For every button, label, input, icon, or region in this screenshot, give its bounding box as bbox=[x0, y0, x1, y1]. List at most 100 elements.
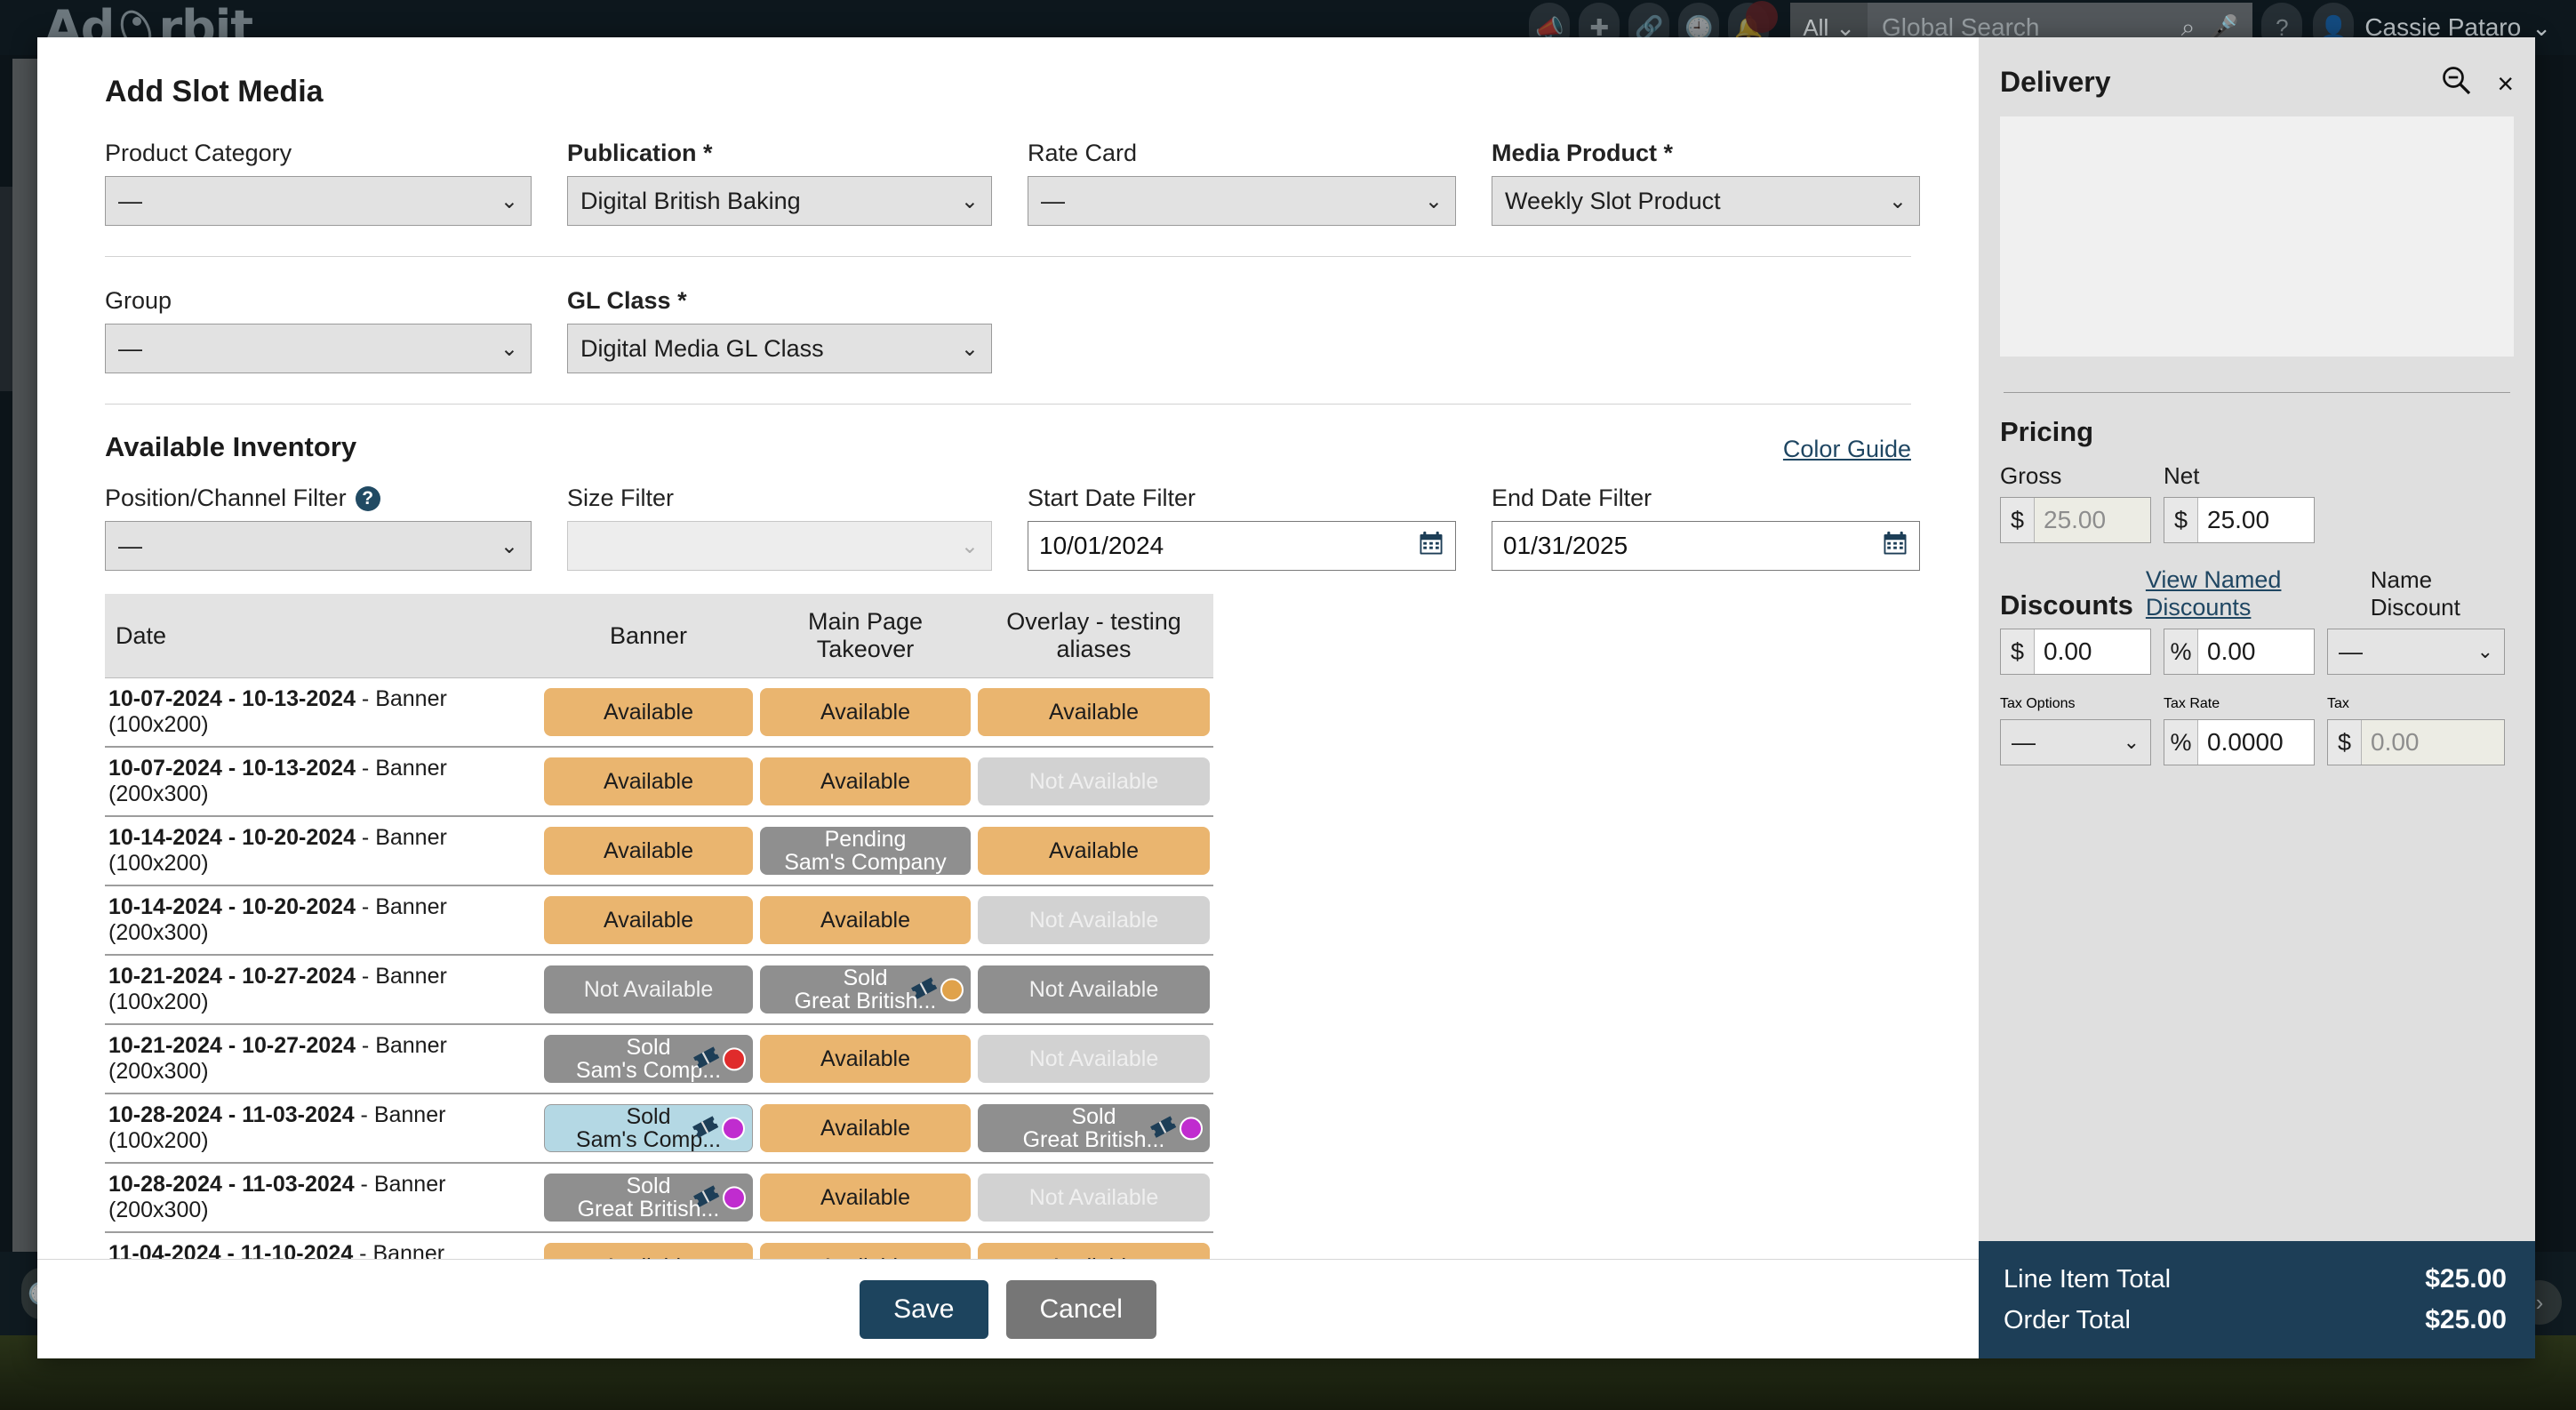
select-publication[interactable]: Digital British Baking ⌄ bbox=[567, 176, 992, 226]
zoom-out-icon[interactable] bbox=[2440, 64, 2472, 104]
slot-status: Available bbox=[820, 1115, 910, 1141]
tax-labels-row: Tax Options Tax Rate Tax bbox=[2000, 696, 2514, 712]
chevron-down-icon: ⌄ bbox=[960, 533, 979, 558]
row-date-label: 10-28-2024 - 11-03-2024 - Banner (200x30… bbox=[105, 1163, 540, 1233]
left-dark-panel bbox=[0, 187, 12, 391]
slot-status: Available bbox=[820, 1255, 910, 1259]
select-group[interactable]: — ⌄ bbox=[105, 324, 532, 373]
inventory-cell: Pending Sam's Company bbox=[756, 816, 974, 886]
inventory-slot-not-available[interactable]: Not Available bbox=[978, 965, 1210, 1013]
inventory-slot-available[interactable]: Available bbox=[760, 688, 971, 736]
select-product-category[interactable]: — ⌄ bbox=[105, 176, 532, 226]
inventory-slot-available[interactable]: Available bbox=[978, 688, 1210, 736]
inventory-slot-available[interactable]: Available bbox=[544, 1243, 753, 1259]
inventory-slot-not-available[interactable]: Not Available bbox=[544, 965, 753, 1013]
inventory-cell: Not Available bbox=[974, 1024, 1213, 1094]
inventory-slot-available[interactable]: Available bbox=[760, 757, 971, 805]
inventory-slot-available[interactable]: Available bbox=[544, 757, 753, 805]
color-guide-link[interactable]: Color Guide bbox=[1783, 436, 1911, 463]
inventory-slot-available[interactable]: Available bbox=[760, 1035, 971, 1083]
cancel-button[interactable]: Cancel bbox=[1005, 1279, 1156, 1339]
ticket-icon bbox=[1148, 1110, 1178, 1145]
input-discount-percent[interactable]: % 0.00 bbox=[2164, 629, 2315, 675]
inventory-slot-available[interactable]: Available bbox=[544, 688, 753, 736]
inventory-cell: Sold Great British... bbox=[756, 955, 974, 1025]
slot-status: Available bbox=[604, 1255, 693, 1259]
dialog-title: Add Slot Media bbox=[105, 75, 324, 108]
inventory-slot-not-available[interactable]: Not Available bbox=[978, 757, 1210, 805]
field-rate-card: Rate Card — ⌄ bbox=[1028, 140, 1456, 226]
inventory-slot-available[interactable]: Available bbox=[978, 1243, 1210, 1259]
select-size-filter[interactable]: ⌄ bbox=[567, 521, 992, 571]
table-row: 10-21-2024 - 10-27-2024 - Banner (200x30… bbox=[105, 1024, 1213, 1094]
select-gl-class[interactable]: Digital Media GL Class ⌄ bbox=[567, 324, 992, 373]
field-net: Net $ 25.00 bbox=[2164, 462, 2315, 543]
input-discount-amount[interactable]: $ 0.00 bbox=[2000, 629, 2151, 675]
inventory-slot-available[interactable]: Available bbox=[544, 827, 753, 875]
slot-status: Sold bbox=[626, 1034, 671, 1060]
inventory-slot-not-available[interactable]: Not Available bbox=[978, 1174, 1210, 1222]
inventory-slot-not-available[interactable]: Not Available bbox=[978, 1035, 1210, 1083]
inventory-slot-sold[interactable]: Sold Great British... bbox=[978, 1104, 1210, 1152]
save-button[interactable]: Save bbox=[860, 1279, 988, 1339]
close-icon[interactable]: × bbox=[2497, 68, 2514, 100]
inventory-slot-sold[interactable]: Sold Sam's Comp... bbox=[544, 1035, 753, 1083]
inventory-slot-not-available[interactable]: Not Available bbox=[978, 896, 1210, 944]
percent-prefix: % bbox=[2164, 629, 2198, 674]
label-gl-class: GL Class * bbox=[567, 287, 687, 314]
inventory-slot-sold[interactable]: Sold Great British... bbox=[760, 965, 971, 1013]
inventory-table-body: 10-07-2024 - 10-13-2024 - Banner (100x20… bbox=[105, 677, 1213, 1259]
discounts-row: $ 0.00 % 0.00 — ⌄ bbox=[2000, 629, 2514, 675]
column-header-banner: Banner bbox=[540, 594, 756, 678]
inventory-slot-available[interactable]: Available bbox=[760, 1174, 971, 1222]
inventory-slot-sold[interactable]: Sold Sam's Comp... bbox=[544, 1104, 753, 1152]
slot-status: Not Available bbox=[1028, 1184, 1159, 1210]
inventory-slot-available[interactable]: Available bbox=[760, 1104, 971, 1152]
inventory-slot-available[interactable]: Available bbox=[760, 1243, 971, 1259]
slot-status: Available bbox=[820, 907, 910, 933]
select-name-discount[interactable]: — ⌄ bbox=[2327, 629, 2505, 675]
input-start-date-filter[interactable]: 10/01/2024 bbox=[1028, 521, 1456, 571]
input-end-date-filter[interactable]: 01/31/2025 bbox=[1492, 521, 1920, 571]
select-tax-options[interactable]: — ⌄ bbox=[2000, 719, 2151, 765]
inventory-slot-sold[interactable]: Sold Great British... bbox=[544, 1174, 753, 1222]
view-named-discounts-link[interactable]: View Named Discounts bbox=[2146, 566, 2371, 621]
input-tax-rate[interactable]: % 0.0000 bbox=[2164, 719, 2315, 765]
slot-status: Available bbox=[820, 768, 910, 794]
inventory-slot-available[interactable]: Available bbox=[544, 896, 753, 944]
value-discount-percent[interactable]: 0.00 bbox=[2198, 629, 2314, 674]
inventory-cell: Available bbox=[974, 1232, 1213, 1259]
slot-badge bbox=[691, 1041, 746, 1076]
row-date-label: 10-14-2024 - 10-20-2024 - Banner (100x20… bbox=[105, 816, 540, 886]
value-discount-amount[interactable]: 0.00 bbox=[2035, 629, 2150, 674]
label-publication: Publication * bbox=[567, 140, 713, 166]
value-tax-rate[interactable]: 0.0000 bbox=[2198, 720, 2314, 765]
value-publication: Digital British Baking bbox=[580, 187, 801, 214]
inventory-slot-available[interactable]: Available bbox=[978, 827, 1210, 875]
slot-badge bbox=[691, 1180, 746, 1214]
inventory-cell: Sold Great British... bbox=[540, 1163, 756, 1233]
slot-status: Sold bbox=[626, 1173, 671, 1198]
inventory-slot-pending[interactable]: Pending Sam's Company bbox=[760, 827, 971, 875]
slot-badge bbox=[1148, 1110, 1203, 1145]
column-header-main-page-takeover: Main Page Takeover bbox=[756, 594, 974, 678]
inventory-slot-available[interactable]: Available bbox=[760, 896, 971, 944]
help-icon[interactable]: ? bbox=[355, 486, 380, 511]
inventory-cell: Not Available bbox=[540, 955, 756, 1025]
select-media-product[interactable]: Weekly Slot Product ⌄ bbox=[1492, 176, 1920, 226]
row-date-label: 10-28-2024 - 11-03-2024 - Banner (100x20… bbox=[105, 1094, 540, 1164]
filter-row: Position/Channel Filter? — ⌄ Size Filter… bbox=[105, 485, 1920, 571]
slot-status: Sold bbox=[843, 965, 888, 990]
label-start-date-filter: Start Date Filter bbox=[1028, 485, 1196, 511]
inventory-cell: Sold Great British... bbox=[974, 1094, 1213, 1164]
select-position-filter[interactable]: — ⌄ bbox=[105, 521, 532, 571]
select-rate-card[interactable]: — ⌄ bbox=[1028, 176, 1456, 226]
slot-status: Not Available bbox=[1028, 768, 1159, 794]
slot-status: Available bbox=[603, 699, 693, 725]
inventory-cell: Available bbox=[540, 885, 756, 956]
value-net[interactable]: 25.00 bbox=[2198, 498, 2314, 542]
input-net[interactable]: $ 25.00 bbox=[2164, 497, 2315, 543]
calendar-icon[interactable] bbox=[1418, 530, 1444, 563]
calendar-icon[interactable] bbox=[1882, 530, 1908, 563]
inventory-table-container[interactable]: Date Banner Main Page Takeover Overlay -… bbox=[37, 571, 1979, 1259]
